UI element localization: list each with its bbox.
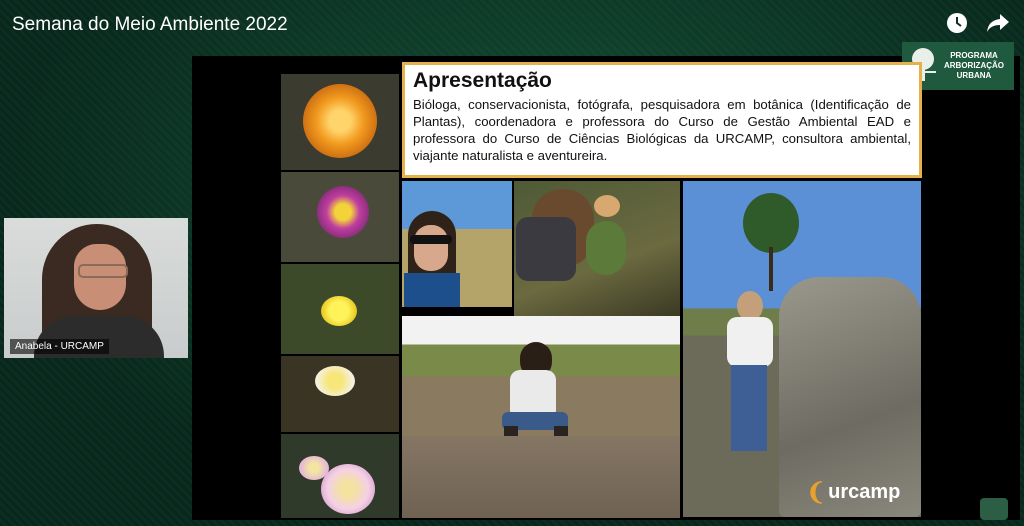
photo-flower-white bbox=[281, 356, 399, 432]
photo-rock-landscape bbox=[683, 181, 921, 517]
video-title: Semana do Meio Ambiente 2022 bbox=[12, 14, 288, 35]
photo-flower-orange bbox=[281, 74, 399, 170]
photo-field-sitting bbox=[402, 316, 680, 518]
slide-body-text: Bióloga, conservacionista, fotógrafa, pe… bbox=[413, 97, 911, 163]
urcamp-logo: ❨ urcamp bbox=[806, 479, 901, 506]
channel-watermark-icon[interactable] bbox=[980, 498, 1008, 520]
slide-heading: Apresentação bbox=[413, 69, 552, 92]
webcam-view: Anabela - URCAMP bbox=[4, 218, 188, 358]
photo-cactus bbox=[514, 181, 680, 316]
webcam-glasses bbox=[78, 264, 128, 278]
urcamp-mark-icon: ❨ bbox=[806, 479, 827, 506]
share-icon[interactable] bbox=[986, 12, 1010, 34]
photo-flower-yellow bbox=[281, 264, 399, 354]
photo-selfie-field bbox=[402, 181, 512, 307]
clock-icon[interactable] bbox=[946, 12, 968, 34]
presentation-textbox: Apresentação Bióloga, conservacionista, … bbox=[402, 62, 922, 178]
webcam-caption: Anabela - URCAMP bbox=[10, 339, 109, 354]
photo-flower-magenta bbox=[281, 172, 399, 262]
program-logo-text: PROGRAMA ARBORIZAÇÃO URBANA bbox=[944, 51, 1004, 80]
photo-flower-pink bbox=[281, 434, 399, 518]
top-icons bbox=[946, 12, 1010, 34]
